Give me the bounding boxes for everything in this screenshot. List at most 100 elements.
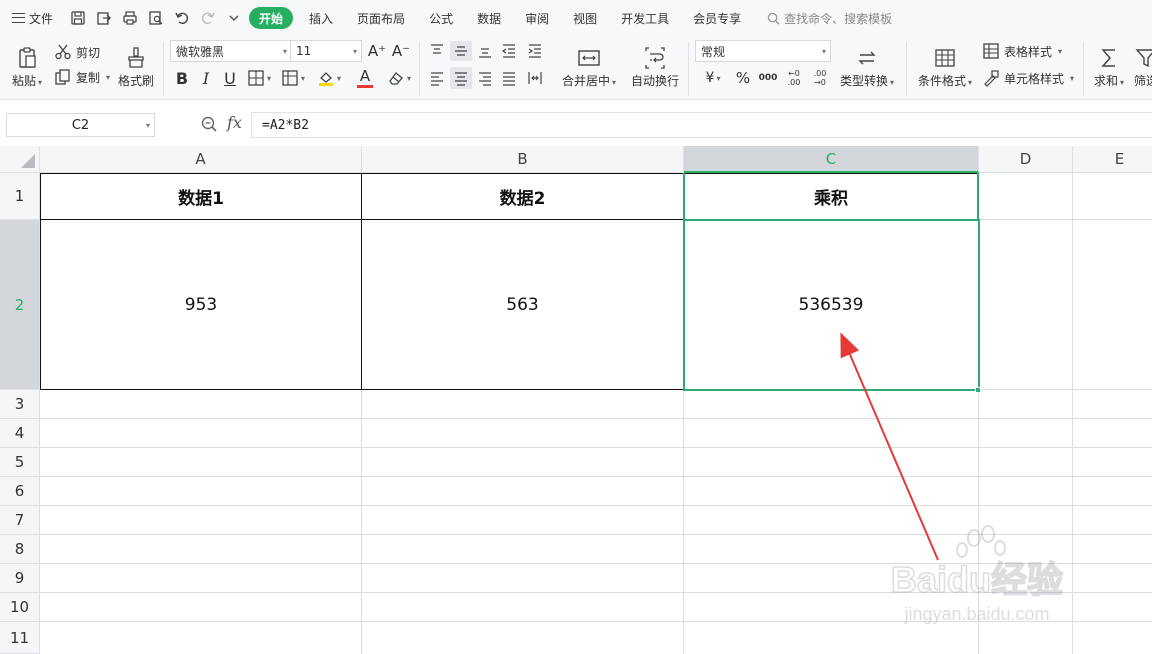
undo-icon[interactable] [171,7,193,29]
chevron-down-icon: ▾ [336,73,341,83]
ribbon-divider [688,42,689,96]
tab-insert[interactable]: 插入 [297,7,345,29]
column-header-d[interactable]: D [979,146,1073,173]
tab-home[interactable]: 开始 [249,7,294,29]
cell-a1[interactable]: 数据1 [41,174,361,219]
shrink-font-button[interactable]: A⁻ [390,41,412,61]
row-header-5[interactable]: 5 [0,448,40,477]
tab-developer[interactable]: 开发工具 [609,7,681,29]
fill-handle[interactable] [975,387,981,393]
increase-decimal-button[interactable]: ←0 .00 [782,67,806,89]
bold-button[interactable]: B [172,67,192,89]
row-header-2[interactable]: 2 [0,220,40,390]
merge-center-button[interactable]: 合并居中 ▾ [556,40,622,94]
row-header-1[interactable]: 1 [0,173,40,220]
fill-pattern-button[interactable]: ▾ [278,67,308,89]
formula-input[interactable]: =A2*B2 [251,112,1152,138]
column-header-c[interactable]: C [684,146,979,173]
redo-icon[interactable] [197,7,219,29]
align-right-icon [479,72,491,86]
row-header-4[interactable]: 4 [0,419,40,448]
insert-function-icon[interactable]: fx [227,113,242,132]
filter-button[interactable]: 筛选 [1134,40,1152,94]
format-painter-button[interactable]: 格式刷 [114,40,158,94]
font-name-select[interactable]: 微软雅黑 ▾ [170,40,292,62]
column-selection-edge [977,173,979,220]
row-header-9[interactable]: 9 [0,564,40,593]
row-header-11[interactable]: 11 [0,622,40,654]
export-icon[interactable] [93,7,115,29]
borders-button[interactable]: ▾ [244,67,274,89]
command-search[interactable]: 查找命令、搜索模板 [767,10,892,27]
thousands-button[interactable]: 000 [756,67,780,89]
decrease-decimal-button[interactable]: .00 →0 [808,67,832,89]
select-all-corner[interactable] [0,146,40,173]
cell-b2[interactable]: 563 [362,220,683,389]
customize-toolbar-icon[interactable] [223,7,245,29]
filter-icon [1135,48,1152,67]
spreadsheet-app: 文件 开始 插入 页面布局 公式 数据 审阅 视图 开发工具 会员专享 查找命令… [0,0,1152,654]
save-icon[interactable] [67,7,89,29]
font-color-button[interactable]: A [350,67,380,89]
row-header-8[interactable]: 8 [0,535,40,564]
name-box[interactable]: C2 ▾ [6,113,155,137]
copy-label: 复制 [76,70,101,85]
tab-member[interactable]: 会员专享 [681,7,753,29]
conditional-format-label: 条件格式 [917,73,966,88]
worksheet-grid[interactable]: A B C D E 1 2 3 4 5 6 7 8 9 10 11 数据1 数据… [0,146,1152,654]
font-size-select[interactable]: 11 ▾ [290,40,362,62]
fill-color-button[interactable]: ▾ [312,67,346,89]
percent-button[interactable]: % [732,67,754,89]
clear-format-button[interactable]: ▾ [384,67,414,89]
tab-data[interactable]: 数据 [465,7,513,29]
wrap-text-button[interactable]: 自动换行 [628,40,682,94]
align-bottom-icon [479,48,491,58]
distribute-button[interactable] [524,67,546,89]
tab-review[interactable]: 审阅 [513,7,561,29]
column-header-e[interactable]: E [1073,146,1152,173]
thousands-icon: 000 [758,73,778,83]
align-bottom-button[interactable] [474,41,496,61]
number-format-select[interactable]: 常规 ▾ [695,40,831,62]
italic-button[interactable]: I [196,67,216,89]
row-header-3[interactable]: 3 [0,390,40,419]
grow-font-button[interactable]: A⁺ [366,41,388,61]
copy-button[interactable]: 复制 ▾ [54,67,110,87]
cell-a2[interactable]: 953 [41,220,361,389]
zoom-icon[interactable] [200,115,218,133]
row-header-10[interactable]: 10 [0,593,40,622]
table-style-button[interactable]: 表格样式 ▾ [982,41,1062,61]
cell-c1[interactable]: 乘积 [684,174,978,219]
align-center-button[interactable] [450,67,472,89]
type-convert-button[interactable]: 类型转换 ▾ [836,40,898,94]
align-middle-button[interactable] [450,41,472,61]
cell-b1[interactable]: 数据2 [362,174,683,219]
align-center-icon [455,72,467,86]
tab-view[interactable]: 视图 [561,7,609,29]
column-header-a[interactable]: A [40,146,362,173]
print-icon[interactable] [119,7,141,29]
column-header-b[interactable]: B [362,146,684,173]
row-header-7[interactable]: 7 [0,506,40,535]
underline-button[interactable]: U [220,67,240,89]
conditional-format-button[interactable]: 条件格式 ▾ [914,40,976,94]
tab-page-layout[interactable]: 页面布局 [345,7,417,29]
paste-button[interactable]: 粘贴 ▾ [8,40,46,94]
justify-button[interactable] [498,67,520,89]
file-menu[interactable]: 文件 [0,6,61,30]
borders-icon [248,70,264,86]
decrease-indent-button[interactable] [498,41,520,61]
increase-indent-button[interactable] [524,41,546,61]
currency-button[interactable]: ¥ ▾ [698,67,728,89]
align-top-button[interactable] [426,41,448,61]
print-preview-icon[interactable] [145,7,167,29]
align-right-button[interactable] [474,67,496,89]
cell-style-button[interactable]: 单元格样式 ▾ [982,67,1074,89]
merge-center-label: 合并居中 [561,73,610,88]
copy-icon [55,69,70,85]
cut-button[interactable]: 剪切 [54,42,100,62]
sum-button[interactable]: 求和 ▾ [1088,40,1130,94]
tab-formulas[interactable]: 公式 [417,7,465,29]
row-header-6[interactable]: 6 [0,477,40,506]
align-left-button[interactable] [426,67,448,89]
